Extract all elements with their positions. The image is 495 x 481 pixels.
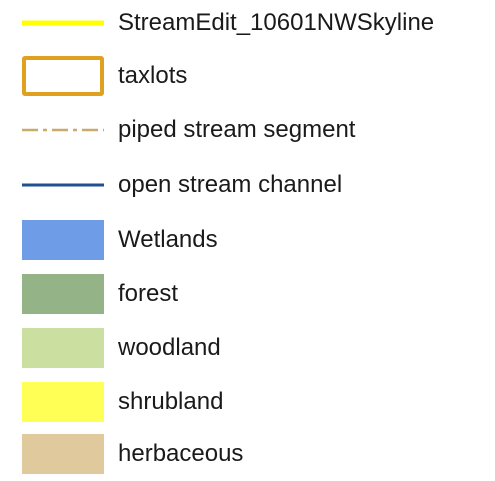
dash-dot-line-symbol: [22, 103, 104, 157]
herbaceous-fill-symbol: [22, 434, 104, 474]
legend-item-shrubland: shrubland: [0, 375, 495, 429]
legend-item-taxlots: taxlots: [0, 49, 495, 103]
legend-item-wetlands: Wetlands: [0, 213, 495, 267]
legend-label-open-stream: open stream channel: [118, 171, 343, 198]
shrubland-fill-symbol: [22, 382, 104, 422]
legend-item-piped-stream: piped stream segment: [0, 103, 495, 157]
legend-item-herbaceous: herbaceous: [0, 427, 495, 481]
legend-label-shrubland: shrubland: [118, 388, 224, 415]
taxlot-outline-symbol: [22, 56, 104, 96]
legend-label-piped-stream: piped stream segment: [118, 116, 356, 143]
legend-label-forest: forest: [118, 280, 179, 307]
map-legend: StreamEdit_10601NWSkyline taxlots piped …: [0, 0, 495, 475]
legend-label-streamedit: StreamEdit_10601NWSkyline: [118, 9, 435, 36]
wetlands-fill-symbol: [22, 220, 104, 260]
blue-line-symbol: [22, 158, 104, 212]
legend-label-taxlots: taxlots: [118, 62, 188, 89]
legend-label-herbaceous: herbaceous: [118, 440, 244, 467]
woodland-fill-symbol: [22, 328, 104, 368]
legend-item-streamedit: StreamEdit_10601NWSkyline: [0, 0, 495, 50]
legend-label-woodland: woodland: [118, 334, 221, 361]
yellow-line-symbol: [22, 0, 104, 50]
legend-item-forest: forest: [0, 267, 495, 321]
legend-item-open-stream: open stream channel: [0, 158, 495, 212]
forest-fill-symbol: [22, 274, 104, 314]
legend-item-woodland: woodland: [0, 321, 495, 375]
legend-label-wetlands: Wetlands: [118, 226, 218, 253]
